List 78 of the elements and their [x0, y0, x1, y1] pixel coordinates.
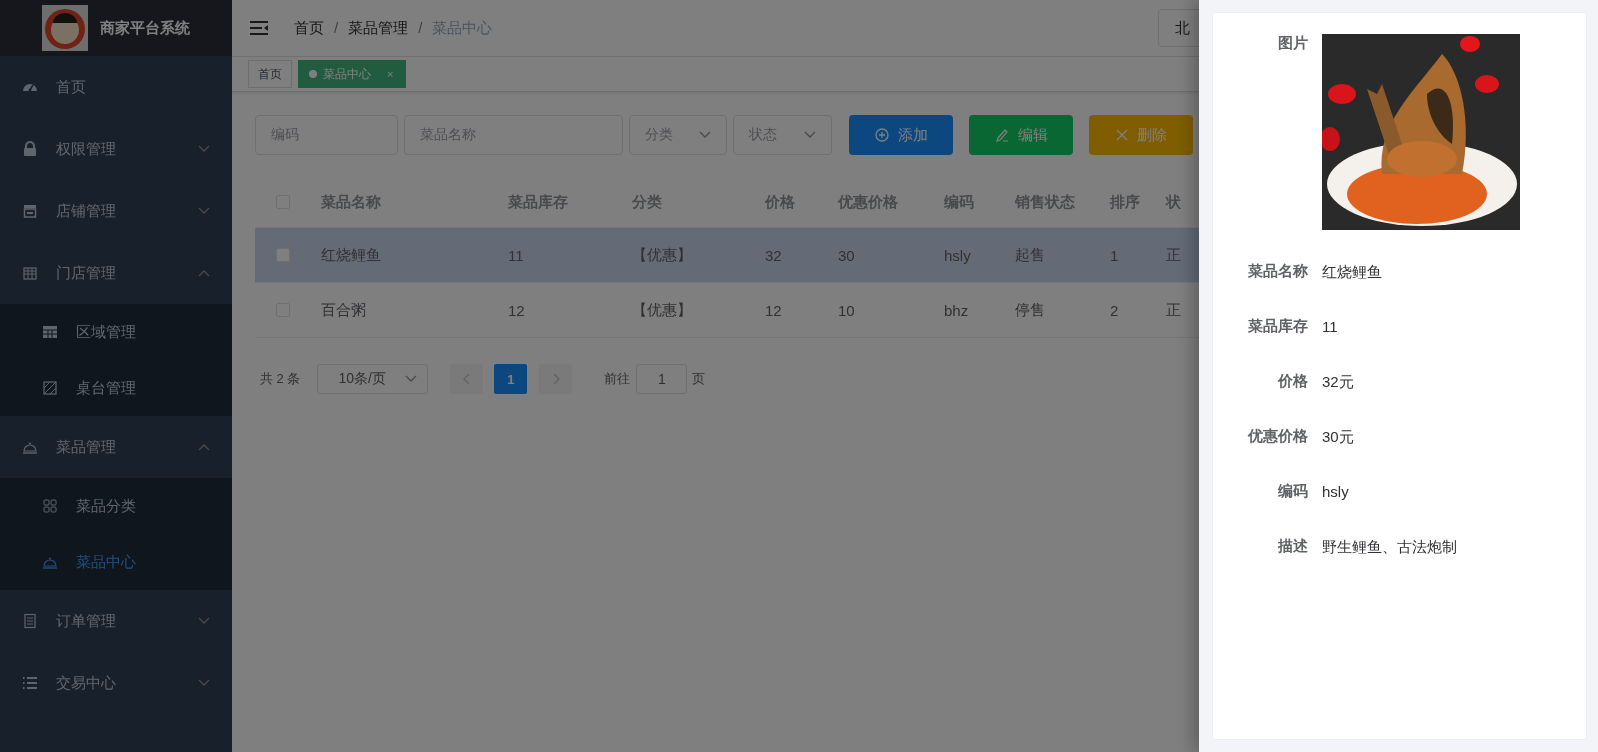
field-value: 11	[1322, 317, 1338, 335]
page-suffix: 页	[692, 370, 706, 388]
table-cell-text: 红烧鲤鱼	[320, 245, 382, 265]
table-cell-text: hsly	[943, 246, 972, 264]
chevron-icon	[405, 375, 418, 383]
chevron-right-icon	[551, 373, 560, 385]
plus-circle-icon	[874, 128, 889, 142]
field-label: 优惠价格	[1246, 427, 1308, 446]
delete-button[interactable]: 删除	[1089, 115, 1193, 155]
chevron-icon	[804, 131, 816, 139]
lock-icon	[22, 141, 38, 157]
document-icon	[22, 613, 38, 629]
shop-icon	[22, 203, 38, 219]
sidebar-item[interactable]: 门店管理	[0, 242, 232, 304]
field-value: 32元	[1322, 372, 1354, 392]
table-cell-text: 正	[1165, 300, 1182, 320]
table-cell-text: 32	[764, 246, 783, 264]
table-cell-text: 【优惠】	[631, 300, 693, 320]
field-label: 菜品名称	[1247, 262, 1308, 281]
field-value: hsly	[1322, 482, 1349, 500]
breadcrumb-separator: /	[418, 18, 423, 38]
table-cell-text: 【优惠】	[631, 245, 693, 265]
sidebar-item[interactable]: 权限管理	[0, 118, 232, 180]
four-squares-icon	[42, 498, 58, 514]
sidebar-subitem[interactable]: 桌台管理	[0, 360, 232, 416]
table-cell-text: 正	[1165, 245, 1182, 265]
sidebar-item[interactable]: 首页	[0, 56, 232, 118]
chevron-icon	[699, 131, 711, 139]
page-size-select[interactable]: 10条/页	[317, 364, 429, 394]
page-button[interactable]: 1	[494, 364, 528, 394]
breadcrumb-item[interactable]: 首页	[294, 18, 324, 38]
app-title: 商家平台系统	[100, 18, 190, 38]
table-cell-text: 1	[1109, 246, 1120, 264]
sidebar-subitem[interactable]: 菜品分类	[0, 478, 232, 534]
field-value: 红烧鲤鱼	[1322, 262, 1382, 282]
hatched-square-icon	[42, 380, 58, 396]
breadcrumb-item[interactable]: 菜品管理	[348, 18, 409, 38]
grid-icon	[42, 324, 58, 340]
sidebar-item[interactable]: 订单管理	[0, 590, 232, 652]
table-cell-text: bhz	[943, 301, 970, 319]
edit-button[interactable]: 编辑	[969, 115, 1073, 155]
table-cell-text: 12	[507, 301, 526, 319]
table-cell-text: 起售	[1014, 245, 1046, 265]
field-label: 图片	[1277, 34, 1308, 53]
table-cell-text: 2	[1109, 301, 1120, 319]
building-icon	[22, 265, 38, 281]
next-page-button[interactable]	[539, 364, 573, 394]
table-cell-text: 停售	[1014, 300, 1046, 320]
field-label: 价格	[1277, 372, 1308, 391]
page-tab[interactable]: 首页	[248, 60, 292, 88]
close-icon	[1115, 129, 1128, 141]
page-input[interactable]: 1	[636, 364, 688, 394]
goto-label: 前往	[604, 370, 631, 388]
sidebar-subitem[interactable]: 区域管理	[0, 304, 232, 360]
sidebar-subitem[interactable]: 菜品中心	[0, 534, 232, 590]
prev-page-button[interactable]	[450, 364, 484, 394]
sidebar-item[interactable]: 菜品管理	[0, 416, 232, 478]
table-cell-text: 10	[837, 301, 856, 319]
page-tab[interactable]: 菜品中心 ×	[298, 60, 407, 88]
field-value: 30元	[1322, 427, 1354, 447]
table-cell-text: 11	[507, 246, 525, 264]
add-button[interactable]: 添加	[849, 115, 953, 155]
table-cell-text: 12	[764, 301, 783, 319]
total-count: 共 2 条	[260, 370, 301, 388]
chevron-left-icon	[462, 373, 471, 385]
table-cell-text: 30	[837, 246, 856, 264]
field-value: 野生鲤鱼、古法炮制	[1322, 537, 1457, 557]
sidebar-item[interactable]: 交易中心	[0, 652, 232, 714]
list-icon	[22, 675, 38, 691]
menu-icon[interactable]	[250, 20, 268, 36]
pencil-icon	[994, 128, 1009, 142]
field-label: 编码	[1277, 482, 1308, 501]
sidebar-item[interactable]: 店铺管理	[0, 180, 232, 242]
table-cell-text: 百合粥	[320, 300, 367, 320]
field-label: 描述	[1277, 537, 1308, 556]
field-label: 菜品库存	[1247, 317, 1308, 336]
checkbox[interactable]	[276, 248, 290, 262]
breadcrumb-separator: /	[334, 18, 339, 38]
